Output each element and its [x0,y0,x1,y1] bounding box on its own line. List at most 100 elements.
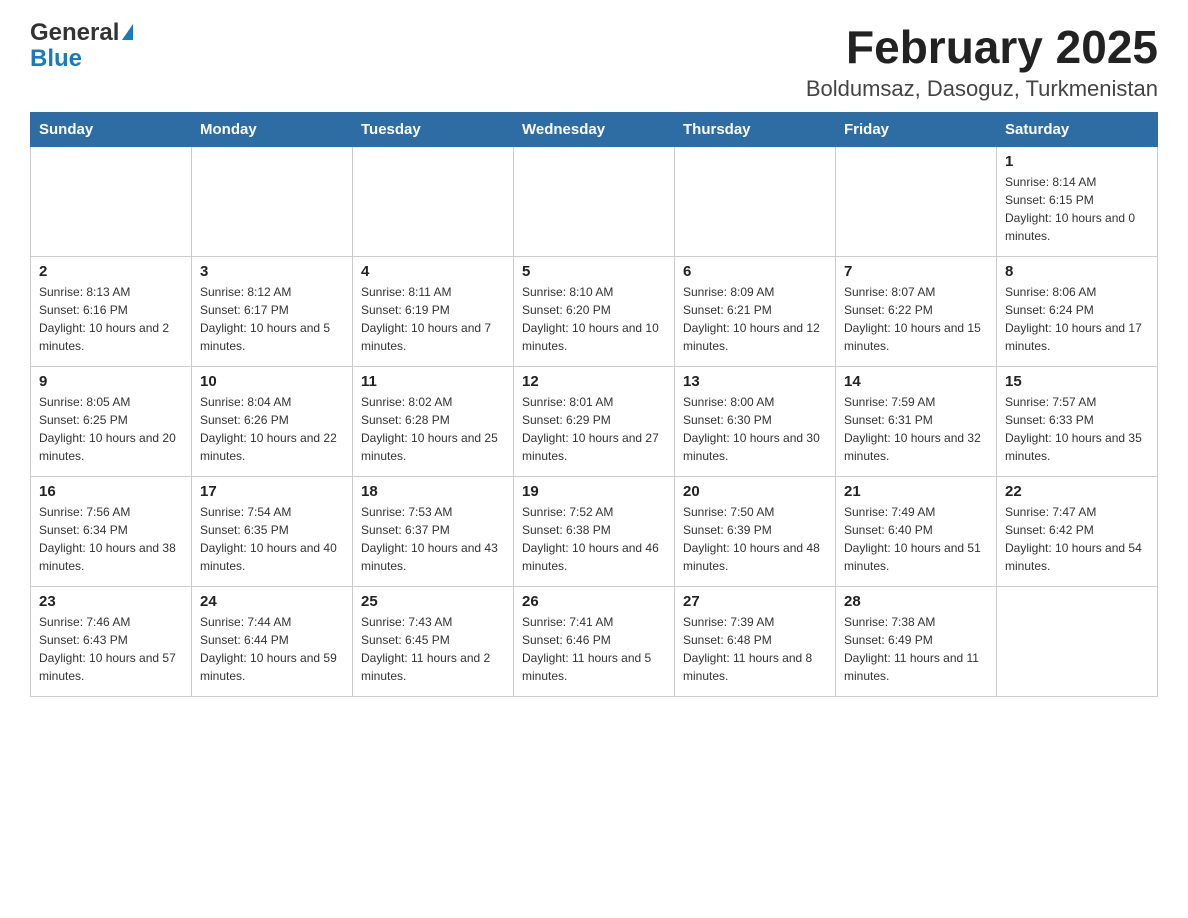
table-row: 15 Sunrise: 7:57 AMSunset: 6:33 PMDayligh… [997,367,1158,477]
table-row: 11 Sunrise: 8:02 AMSunset: 6:28 PMDayligh… [353,367,514,477]
day-info: Sunrise: 8:01 AMSunset: 6:29 PMDaylight:… [522,393,666,465]
calendar-table: Sunday Monday Tuesday Wednesday Thursday… [30,112,1158,697]
header-monday: Monday [192,113,353,147]
day-info: Sunrise: 7:38 AMSunset: 6:49 PMDaylight:… [844,613,988,685]
table-row: 21 Sunrise: 7:49 AMSunset: 6:40 PMDayligh… [836,477,997,587]
header-friday: Friday [836,113,997,147]
day-info: Sunrise: 7:54 AMSunset: 6:35 PMDaylight:… [200,503,344,575]
day-number: 27 [683,593,827,610]
table-row: 1 Sunrise: 8:14 AMSunset: 6:15 PMDaylight… [997,147,1158,257]
header-thursday: Thursday [675,113,836,147]
table-row [514,147,675,257]
table-row [192,147,353,257]
day-info: Sunrise: 8:07 AMSunset: 6:22 PMDaylight:… [844,283,988,355]
day-info: Sunrise: 7:47 AMSunset: 6:42 PMDaylight:… [1005,503,1149,575]
day-info: Sunrise: 7:43 AMSunset: 6:45 PMDaylight:… [361,613,505,685]
table-row: 26Sunrise: 7:41 AMSunset: 6:46 PMDayligh… [514,587,675,697]
calendar-week-row: 1 Sunrise: 8:14 AMSunset: 6:15 PMDaylight… [31,147,1158,257]
day-number: 11 [361,373,505,390]
day-info: Sunrise: 7:53 AMSunset: 6:37 PMDaylight:… [361,503,505,575]
day-number: 8 [1005,263,1149,280]
table-row: 6 Sunrise: 8:09 AMSunset: 6:21 PMDaylight… [675,257,836,367]
logo: General Blue [30,20,133,73]
table-row: 5Sunrise: 8:10 AMSunset: 6:20 PMDaylight… [514,257,675,367]
table-row: 25Sunrise: 7:43 AMSunset: 6:45 PMDayligh… [353,587,514,697]
table-row: 17 Sunrise: 7:54 AMSunset: 6:35 PMDayligh… [192,477,353,587]
table-row: 2 Sunrise: 8:13 AMSunset: 6:16 PMDaylight… [31,257,192,367]
day-number: 2 [39,263,183,280]
day-number: 10 [200,373,344,390]
day-info: Sunrise: 8:05 AMSunset: 6:25 PMDaylight:… [39,393,183,465]
day-number: 12 [522,373,666,390]
header-tuesday: Tuesday [353,113,514,147]
day-number: 16 [39,483,183,500]
table-row [31,147,192,257]
day-number: 23 [39,593,183,610]
day-info: Sunrise: 8:13 AMSunset: 6:16 PMDaylight:… [39,283,183,355]
day-info: Sunrise: 7:49 AMSunset: 6:40 PMDaylight:… [844,503,988,575]
day-number: 20 [683,483,827,500]
table-row: 8 Sunrise: 8:06 AMSunset: 6:24 PMDaylight… [997,257,1158,367]
table-row: 3Sunrise: 8:12 AMSunset: 6:17 PMDaylight… [192,257,353,367]
day-number: 21 [844,483,988,500]
table-row [836,147,997,257]
day-number: 17 [200,483,344,500]
day-info: Sunrise: 8:14 AMSunset: 6:15 PMDaylight:… [1005,173,1149,245]
day-info: Sunrise: 7:46 AMSunset: 6:43 PMDaylight:… [39,613,183,685]
day-info: Sunrise: 7:56 AMSunset: 6:34 PMDaylight:… [39,503,183,575]
calendar-week-row: 16 Sunrise: 7:56 AMSunset: 6:34 PMDayligh… [31,477,1158,587]
table-row: 10 Sunrise: 8:04 AMSunset: 6:26 PMDayligh… [192,367,353,477]
day-info: Sunrise: 7:52 AMSunset: 6:38 PMDaylight:… [522,503,666,575]
day-info: Sunrise: 8:11 AMSunset: 6:19 PMDaylight:… [361,283,505,355]
day-number: 28 [844,593,988,610]
table-row: 13 Sunrise: 8:00 AMSunset: 6:30 PMDayligh… [675,367,836,477]
day-number: 9 [39,373,183,390]
day-info: Sunrise: 7:41 AMSunset: 6:46 PMDaylight:… [522,613,666,685]
table-row: 20Sunrise: 7:50 AMSunset: 6:39 PMDayligh… [675,477,836,587]
table-row: 27 Sunrise: 7:39 AMSunset: 6:48 PMDayligh… [675,587,836,697]
day-number: 3 [200,263,344,280]
table-row: 12 Sunrise: 8:01 AMSunset: 6:29 PMDayligh… [514,367,675,477]
table-row: 24 Sunrise: 7:44 AMSunset: 6:44 PMDayligh… [192,587,353,697]
day-info: Sunrise: 7:39 AMSunset: 6:48 PMDaylight:… [683,613,827,685]
logo-general: General [30,20,119,46]
day-number: 15 [1005,373,1149,390]
day-info: Sunrise: 7:59 AMSunset: 6:31 PMDaylight:… [844,393,988,465]
table-row: 7Sunrise: 8:07 AMSunset: 6:22 PMDaylight… [836,257,997,367]
day-number: 18 [361,483,505,500]
table-row [353,147,514,257]
table-row: 23 Sunrise: 7:46 AMSunset: 6:43 PMDayligh… [31,587,192,697]
table-row: 4 Sunrise: 8:11 AMSunset: 6:19 PMDaylight… [353,257,514,367]
header-wednesday: Wednesday [514,113,675,147]
calendar-week-row: 23 Sunrise: 7:46 AMSunset: 6:43 PMDayligh… [31,587,1158,697]
day-number: 22 [1005,483,1149,500]
day-number: 19 [522,483,666,500]
table-row: 28 Sunrise: 7:38 AMSunset: 6:49 PMDayligh… [836,587,997,697]
calendar-week-row: 2 Sunrise: 8:13 AMSunset: 6:16 PMDaylight… [31,257,1158,367]
day-number: 14 [844,373,988,390]
day-info: Sunrise: 7:44 AMSunset: 6:44 PMDaylight:… [200,613,344,685]
header-saturday: Saturday [997,113,1158,147]
day-number: 24 [200,593,344,610]
weekday-header-row: Sunday Monday Tuesday Wednesday Thursday… [31,113,1158,147]
calendar-subtitle: Boldumsaz, Dasoguz, Turkmenistan [806,76,1158,102]
day-number: 6 [683,263,827,280]
day-info: Sunrise: 7:57 AMSunset: 6:33 PMDaylight:… [1005,393,1149,465]
table-row: 14 Sunrise: 7:59 AMSunset: 6:31 PMDayligh… [836,367,997,477]
day-info: Sunrise: 8:00 AMSunset: 6:30 PMDaylight:… [683,393,827,465]
day-info: Sunrise: 8:02 AMSunset: 6:28 PMDaylight:… [361,393,505,465]
calendar-title: February 2025 [806,20,1158,74]
day-info: Sunrise: 8:09 AMSunset: 6:21 PMDaylight:… [683,283,827,355]
logo-blue: Blue [30,46,133,72]
day-info: Sunrise: 8:04 AMSunset: 6:26 PMDaylight:… [200,393,344,465]
day-number: 5 [522,263,666,280]
page-header: General Blue February 2025 Boldumsaz, Da… [30,20,1158,102]
table-row: 9 Sunrise: 8:05 AMSunset: 6:25 PMDaylight… [31,367,192,477]
day-info: Sunrise: 8:06 AMSunset: 6:24 PMDaylight:… [1005,283,1149,355]
table-row: 22 Sunrise: 7:47 AMSunset: 6:42 PMDayligh… [997,477,1158,587]
day-number: 13 [683,373,827,390]
table-row [997,587,1158,697]
day-number: 1 [1005,153,1149,170]
day-number: 4 [361,263,505,280]
header-sunday: Sunday [31,113,192,147]
